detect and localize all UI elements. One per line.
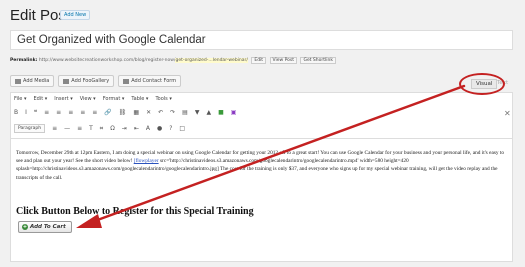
green-square-icon[interactable]: ■: [218, 109, 224, 116]
redo-icon[interactable]: ↷: [170, 109, 175, 116]
justify-icon[interactable]: ≡: [92, 109, 97, 116]
help-icon[interactable]: ?: [169, 125, 172, 132]
format-select[interactable]: Paragraph: [14, 124, 46, 133]
indent-icon[interactable]: ⇥: [122, 125, 127, 132]
menu-file[interactable]: File ▾: [14, 96, 26, 102]
chart-icon[interactable]: ▲: [206, 109, 211, 116]
menu-view[interactable]: View ▾: [80, 96, 96, 102]
paste-text-icon[interactable]: T: [89, 125, 93, 132]
bold-icon[interactable]: B: [14, 109, 18, 116]
columns-icon[interactable]: ▤: [182, 109, 188, 116]
permalink-slug[interactable]: get-organized-...lendar-webinar/: [175, 58, 248, 63]
unlink-icon[interactable]: ⛓: [119, 109, 127, 116]
align-icon[interactable]: ≡: [52, 125, 57, 132]
get-shortlink-button[interactable]: Get Shortlink: [300, 57, 336, 64]
table-icon[interactable]: ▦: [133, 109, 139, 116]
align-right-icon[interactable]: ≡: [80, 109, 85, 116]
register-heading: Click Button Below to Register for this …: [16, 206, 254, 217]
permalink-base: http://www.websitecreationworkshop.com/b…: [38, 58, 176, 63]
editor-toolbar-2: Paragraph ≡ — ≡ T ⌗ Ω ⇥ ⇤ A ● ? □: [14, 124, 494, 133]
bullet-list-icon[interactable]: ≡: [44, 109, 49, 116]
hr-icon[interactable]: —: [64, 125, 70, 132]
shortcode-link[interactable]: [flowplayer: [134, 158, 159, 164]
add-media-button[interactable]: Add Media: [10, 75, 55, 87]
link-icon[interactable]: 🔗: [104, 109, 111, 116]
text-color-icon[interactable]: A: [146, 125, 150, 132]
add-to-cart-label: Add To Cart: [30, 224, 66, 230]
menu-insert[interactable]: Insert ▾: [54, 96, 72, 102]
annotation-circle: [459, 73, 505, 95]
fullscreen-icon[interactable]: □: [179, 125, 185, 132]
menu-format[interactable]: Format ▾: [103, 96, 125, 102]
editor-toolbar-1: B I ❝ ≡ ≡ ≡ ≡ ≡ 🔗 ⛓ ▦ ✕ ↶ ↷ ▤ ▼ ▲ ■ ▣: [14, 109, 494, 116]
add-foogallery-button[interactable]: Add FooGallery: [58, 75, 115, 87]
filter-icon[interactable]: ▼: [195, 109, 200, 116]
permalink-label: Permalink:: [10, 58, 38, 63]
media-buttons: Add Media Add FooGallery Add Contact For…: [10, 75, 182, 87]
add-new-button[interactable]: Add New: [60, 10, 91, 20]
remove-format-icon[interactable]: ✕: [146, 109, 151, 116]
editor-menubar: File ▾ Edit ▾ Insert ▾ View ▾ Format ▾ T…: [14, 96, 172, 102]
blockquote-icon[interactable]: ❝: [34, 109, 37, 116]
permalink-edit-button[interactable]: Edit: [251, 57, 267, 64]
media-icon: [15, 78, 21, 84]
align-center-icon[interactable]: ≡: [68, 109, 73, 116]
toolbar-divider: [10, 138, 513, 139]
italic-icon[interactable]: I: [25, 109, 27, 116]
add-contact-form-button[interactable]: Add Contact Form: [118, 75, 182, 87]
record-icon[interactable]: ●: [157, 125, 162, 132]
gallery-icon: [63, 78, 70, 84]
plus-icon: +: [22, 224, 28, 230]
close-icon[interactable]: ✕: [504, 109, 511, 118]
menu-tools[interactable]: Tools ▾: [155, 96, 171, 102]
view-post-button[interactable]: View Post: [269, 57, 298, 64]
list-icon[interactable]: ≡: [77, 125, 82, 132]
post-content[interactable]: Tomorrow, December 29th at 12pm Eastern,…: [16, 149, 510, 182]
outdent-icon[interactable]: ⇤: [134, 125, 139, 132]
form-icon: [123, 78, 130, 84]
undo-icon[interactable]: ↶: [158, 109, 163, 116]
anchor-icon[interactable]: ⌗: [100, 125, 103, 133]
plugin-icon[interactable]: ▣: [231, 109, 237, 116]
menu-edit[interactable]: Edit ▾: [33, 96, 47, 102]
special-char-icon[interactable]: Ω: [110, 125, 115, 132]
add-to-cart-button[interactable]: + Add To Cart: [18, 221, 72, 233]
post-title-input[interactable]: Get Organized with Google Calendar: [10, 30, 513, 50]
menu-table[interactable]: Table ▾: [131, 96, 148, 102]
align-left-icon[interactable]: ≡: [56, 109, 61, 116]
permalink-row: Permalink: http://www.websitecreationwor…: [10, 57, 336, 64]
